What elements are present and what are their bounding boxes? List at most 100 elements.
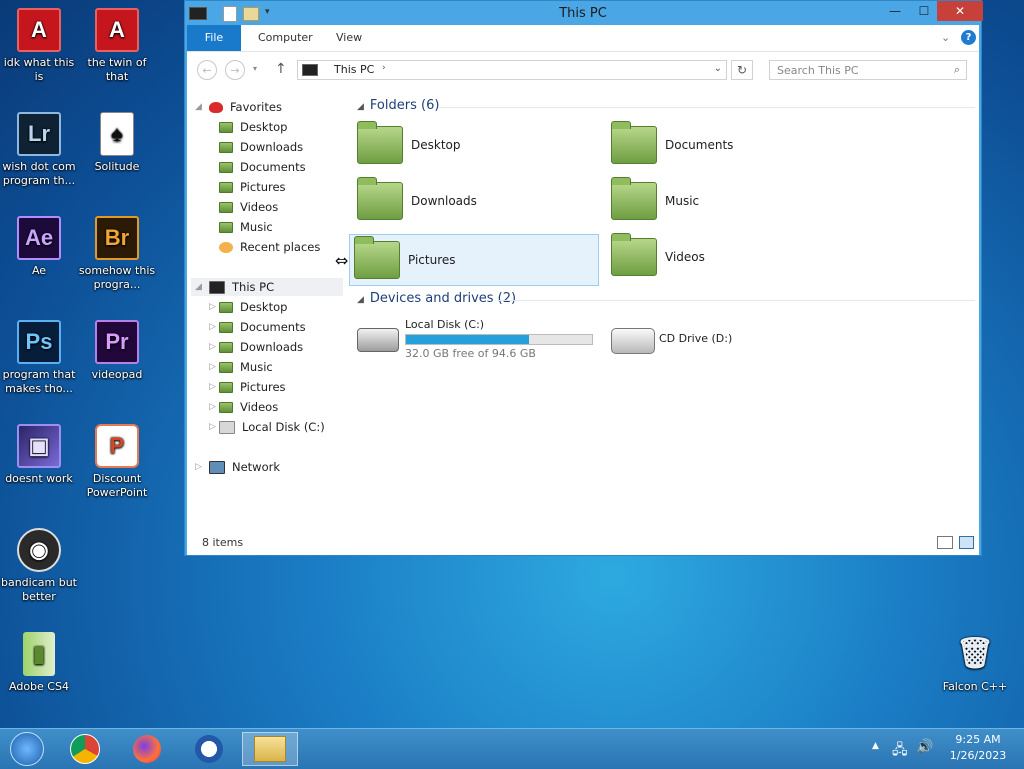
nav-pc-documents[interactable]: ▷ Documents: [209, 318, 306, 336]
hard-drive-icon: [219, 421, 235, 434]
clock[interactable]: 9:25 AM 1/26/2023: [940, 732, 1016, 764]
desktop-icon-wish[interactable]: Lr wish dot com program th...: [0, 112, 78, 188]
search-input[interactable]: Search This PC ⌕: [769, 60, 967, 80]
music-folder-icon: [611, 177, 657, 220]
desktop-icon-ae[interactable]: Ae Ae: [0, 216, 78, 278]
desktop-icon-idk[interactable]: A idk what this is: [0, 8, 78, 84]
desktop-icon-label: Ae: [31, 264, 47, 277]
forward-button[interactable]: →: [225, 60, 245, 80]
drive-tile-local-disk[interactable]: Local Disk (C:) 32.0 GB free of 94.6 GB: [353, 314, 603, 366]
desktop-icon-label: the twin of that: [87, 56, 147, 83]
desktop-icon-discount-powerpoint[interactable]: P Discount PowerPoint: [78, 424, 156, 500]
nav-pc-downloads[interactable]: ▷ Downloads: [209, 338, 303, 356]
devices-group-header[interactable]: ◢ Devices and drives (2): [357, 291, 516, 306]
network-status-icon[interactable]: 🖧: [892, 739, 908, 763]
show-hidden-icons-icon[interactable]: ▲: [872, 741, 879, 751]
nav-pc-music[interactable]: ▷ Music: [209, 358, 273, 376]
folders-group-header[interactable]: ◢ Folders (6): [357, 98, 439, 113]
help-icon[interactable]: ?: [961, 30, 976, 45]
folder-tile-downloads[interactable]: Downloads: [353, 176, 603, 228]
start-button[interactable]: [4, 732, 50, 766]
recent-locations-icon[interactable]: ▾: [253, 64, 257, 73]
taskbar-firefox[interactable]: [124, 732, 170, 766]
breadcrumb-chevron-icon[interactable]: ›: [382, 63, 386, 73]
nav-fav-music[interactable]: Music: [219, 218, 273, 236]
expand-arrow-icon[interactable]: ▷: [209, 418, 216, 436]
folder-tile-documents[interactable]: Documents: [607, 120, 857, 172]
desktop-folder-icon: [219, 122, 233, 133]
folder-tile-pictures-selected[interactable]: Pictures: [349, 234, 599, 286]
expand-arrow-icon[interactable]: ▷: [209, 378, 216, 396]
nav-fav-videos[interactable]: Videos: [219, 198, 278, 216]
ribbon-expand-icon[interactable]: ⌄: [941, 31, 950, 44]
expand-arrow-icon[interactable]: ▷: [209, 338, 216, 356]
folder-tile-videos[interactable]: Videos: [607, 232, 857, 284]
details-view-icon[interactable]: [937, 536, 953, 549]
address-bar[interactable]: This PC › ⌄: [297, 60, 727, 80]
desktop-icon-falcon[interactable]: 🗑 Falcon C++: [936, 632, 1014, 694]
desktop-icon-doesnt-work[interactable]: ▣ doesnt work: [0, 424, 78, 486]
desktop-icon-solitude[interactable]: ♠ Solitude: [78, 112, 156, 174]
nav-fav-documents[interactable]: Documents: [219, 158, 306, 176]
minimize-button[interactable]: —: [881, 1, 909, 21]
nav-this-pc[interactable]: ◢ This PC: [195, 278, 274, 296]
taskbar-chrome[interactable]: [62, 732, 108, 766]
expand-arrow-icon[interactable]: ▷: [195, 458, 202, 476]
nav-pc-local-disk[interactable]: ▷ Local Disk (C:): [209, 418, 325, 436]
folder-tile-music[interactable]: Music: [607, 176, 857, 228]
desktop-icon-twin[interactable]: A the twin of that: [78, 8, 156, 84]
collapse-arrow-icon[interactable]: ◢: [195, 98, 202, 116]
drive-tile-cd[interactable]: CD Drive (D:): [607, 314, 857, 366]
title-bar[interactable]: ▾ This PC — ☐ ✕: [185, 1, 983, 25]
nav-fav-pictures[interactable]: Pictures: [219, 178, 286, 196]
tab-view[interactable]: View: [336, 25, 362, 51]
music-folder-icon: [219, 222, 233, 233]
expand-arrow-icon[interactable]: ▷: [209, 358, 216, 376]
address-row: ← → ▾ ↑ This PC › ⌄ ↻ Search This PC ⌕: [187, 52, 979, 88]
up-arrow-icon[interactable]: ↑: [275, 61, 287, 77]
maximize-button[interactable]: ☐: [911, 1, 937, 21]
nav-favorites[interactable]: ◢ Favorites: [195, 98, 282, 116]
taskbar: ▲ 🖧 🔊 9:25 AM 1/26/2023: [0, 728, 1024, 769]
search-icon[interactable]: ⌕: [954, 63, 960, 77]
photoshop-icon: Ps: [17, 320, 61, 364]
pane-resize-cursor-icon[interactable]: ⇔: [335, 251, 348, 270]
nav-fav-desktop[interactable]: Desktop: [219, 118, 287, 136]
expand-arrow-icon[interactable]: ▷: [209, 318, 216, 336]
nav-pc-desktop[interactable]: ▷ Desktop: [209, 298, 287, 316]
videos-folder-icon: [219, 402, 233, 413]
taskbar-file-explorer[interactable]: [242, 732, 298, 766]
nav-pc-videos[interactable]: ▷ Videos: [209, 398, 278, 416]
large-icons-view-icon[interactable]: [959, 536, 974, 549]
desktop-icon-adobe-cs4[interactable]: ▮ Adobe CS4: [0, 632, 78, 694]
desktop-icon-label: idk what this is: [3, 56, 75, 83]
desktop-icon-label: somehow this progra...: [78, 264, 156, 291]
expand-arrow-icon[interactable]: ▷: [209, 298, 216, 316]
nav-pc-pictures[interactable]: ▷ Pictures: [209, 378, 286, 396]
tab-computer[interactable]: Computer: [258, 25, 313, 51]
nav-fav-downloads[interactable]: Downloads: [219, 138, 303, 156]
expand-arrow-icon[interactable]: ▷: [209, 398, 216, 416]
desktop-icon-videopad[interactable]: Pr videopad: [78, 320, 156, 382]
desktop-icon-label: doesnt work: [5, 472, 73, 485]
breadcrumb-this-pc[interactable]: This PC: [334, 63, 374, 76]
desktop-folder-icon: [219, 302, 233, 313]
back-button[interactable]: ←: [197, 60, 217, 80]
refresh-button[interactable]: ↻: [731, 60, 753, 80]
nav-fav-recent-places[interactable]: Recent places: [219, 238, 320, 256]
desktop-icon-bandicam[interactable]: ◉ bandicam but better: [0, 528, 78, 604]
desktop-icon-somehow[interactable]: Br somehow this progra...: [78, 216, 156, 292]
tab-file[interactable]: File: [187, 25, 241, 51]
desktop-icon-program[interactable]: Ps program that makes tho...: [0, 320, 78, 396]
nav-network[interactable]: ▷ Network: [195, 458, 280, 476]
address-dropdown-icon[interactable]: ⌄: [714, 63, 722, 74]
downloads-folder-icon: [219, 342, 233, 353]
adobe-acrobat-icon: A: [95, 8, 139, 52]
taskbar-app[interactable]: [186, 732, 232, 766]
folder-tile-desktop[interactable]: Desktop: [353, 120, 603, 172]
collapse-arrow-icon[interactable]: ◢: [195, 278, 202, 296]
volume-icon[interactable]: 🔊: [916, 739, 933, 755]
firefox-icon: [133, 735, 161, 763]
app-logo-icon: [195, 735, 223, 763]
close-button[interactable]: ✕: [937, 1, 983, 21]
